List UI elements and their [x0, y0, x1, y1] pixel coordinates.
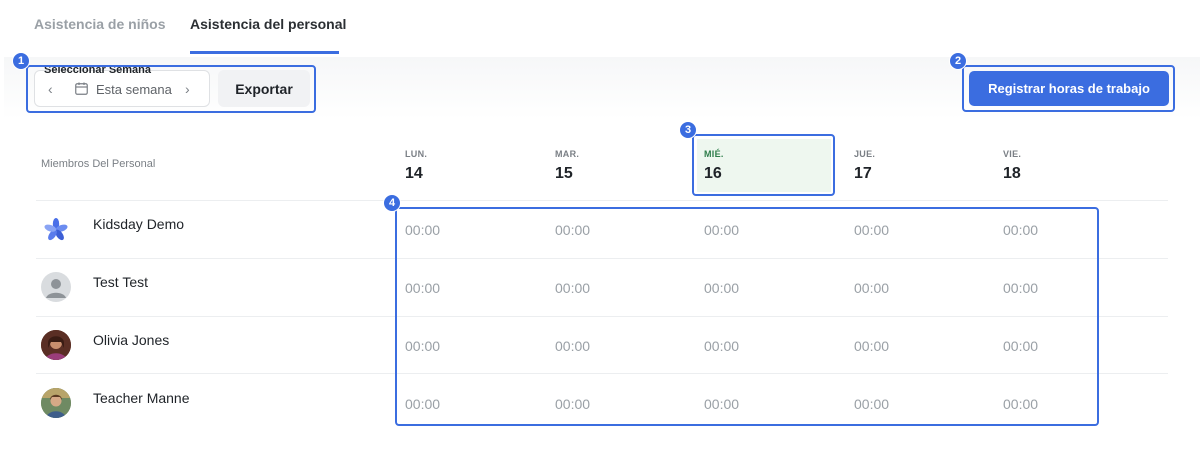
hours-cell[interactable]: 00:00: [704, 338, 739, 354]
hours-cell[interactable]: 00:00: [854, 396, 889, 412]
hours-cell[interactable]: 00:00: [555, 338, 590, 354]
register-hours-button[interactable]: Registrar horas de trabajo: [969, 71, 1169, 106]
week-picker-label: Seleccionar Semana: [44, 64, 152, 76]
hours-cell[interactable]: 00:00: [704, 280, 739, 296]
export-button[interactable]: Exportar: [218, 70, 310, 107]
tab-staff-attendance[interactable]: Asistencia del personal: [190, 16, 346, 32]
active-tab-indicator: [190, 51, 339, 54]
day-num-fri: 18: [1003, 165, 1021, 182]
hours-cell[interactable]: 00:00: [555, 280, 590, 296]
row-divider: [36, 373, 1168, 374]
row-divider: [36, 258, 1168, 259]
hours-cell[interactable]: 00:00: [405, 280, 440, 296]
day-abbr-mon: LUN.: [405, 149, 428, 159]
day-abbr-thu: JUE.: [854, 149, 876, 159]
chevron-right-icon[interactable]: ›: [185, 81, 190, 97]
day-abbr-fri: VIE.: [1003, 149, 1022, 159]
member-name[interactable]: Kidsday Demo: [93, 216, 184, 232]
hours-cell[interactable]: 00:00: [854, 222, 889, 238]
tab-bar: Asistencia de niños Asistencia del perso…: [0, 0, 1200, 56]
member-name[interactable]: Teacher Manne: [93, 390, 190, 406]
hours-cell[interactable]: 00:00: [704, 396, 739, 412]
callout-badge-1: 1: [12, 52, 30, 70]
hours-cell[interactable]: 00:00: [405, 338, 440, 354]
tab-child-attendance[interactable]: Asistencia de niños: [34, 16, 165, 32]
callout-badge-3: 3: [679, 121, 697, 139]
day-num-tue: 15: [555, 165, 573, 182]
chevron-left-icon[interactable]: ‹: [48, 81, 53, 97]
day-abbr-tue: MAR.: [555, 149, 580, 159]
day-num-thu: 17: [854, 165, 872, 182]
default-user-icon: [41, 272, 71, 302]
hours-cell[interactable]: 00:00: [854, 338, 889, 354]
day-num-mon: 14: [405, 165, 423, 182]
day-num-wed: 16: [704, 165, 722, 182]
hours-cell[interactable]: 00:00: [854, 280, 889, 296]
hours-cell[interactable]: 00:00: [555, 222, 590, 238]
calendar-icon: [75, 82, 88, 95]
row-divider: [36, 316, 1168, 317]
photo-avatar: [41, 330, 71, 360]
hours-cell[interactable]: 00:00: [704, 222, 739, 238]
hours-cell[interactable]: 00:00: [1003, 222, 1038, 238]
hours-cell[interactable]: 00:00: [405, 222, 440, 238]
hours-cell[interactable]: 00:00: [1003, 338, 1038, 354]
callout-badge-4: 4: [383, 194, 401, 212]
hours-cell[interactable]: 00:00: [1003, 280, 1038, 296]
hours-cell[interactable]: 00:00: [1003, 396, 1038, 412]
member-name[interactable]: Olivia Jones: [93, 332, 169, 348]
photo-avatar: [41, 388, 71, 418]
member-name[interactable]: Test Test: [93, 274, 148, 290]
hours-cell[interactable]: 00:00: [555, 396, 590, 412]
kidsday-logo-icon: [41, 215, 71, 245]
staff-members-header: Miembros Del Personal: [41, 158, 156, 170]
day-abbr-wed: MIÉ.: [704, 149, 724, 159]
callout-badge-2: 2: [949, 52, 967, 70]
week-value: Esta semana: [96, 82, 172, 97]
row-divider: [36, 200, 1168, 201]
hours-cell[interactable]: 00:00: [405, 396, 440, 412]
